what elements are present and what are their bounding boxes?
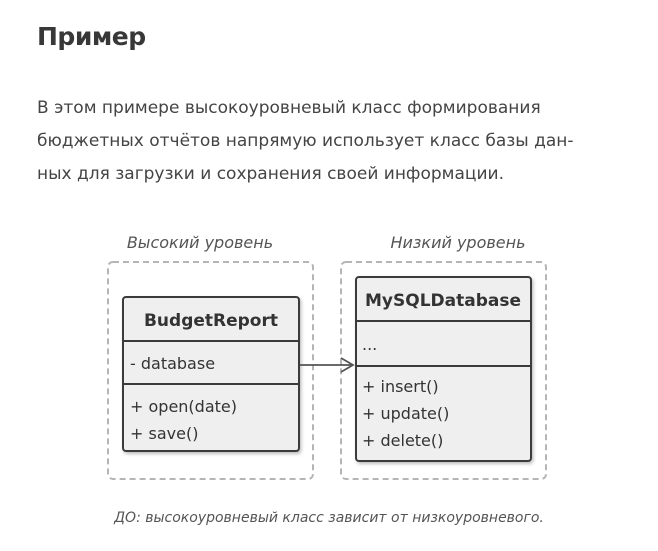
low-level-group-label: Низкий уровень (390, 233, 525, 252)
dependency-arrow (300, 357, 355, 373)
budget-report-field: - database (130, 354, 215, 373)
high-level-group-label: Высокий уровень (127, 233, 273, 252)
figure-caption: ДО: высокоуровневый класс зависит от низ… (114, 510, 544, 526)
budget-report-method: + open(date) (130, 397, 237, 416)
mysql-database-field: ... (362, 335, 377, 354)
budget-report-class-name: BudgetReport (144, 311, 278, 331)
uml-class-diagram: Высокий уровень Низкий уровень BudgetRep… (107, 233, 547, 480)
mysql-database-method: + insert() (362, 377, 439, 396)
budget-report-method: + save() (130, 424, 198, 443)
mysql-database-class-name: MySQLDatabase (365, 291, 521, 311)
mysql-database-method: + delete() (362, 431, 443, 450)
mysql-database-method: + update() (362, 404, 449, 423)
